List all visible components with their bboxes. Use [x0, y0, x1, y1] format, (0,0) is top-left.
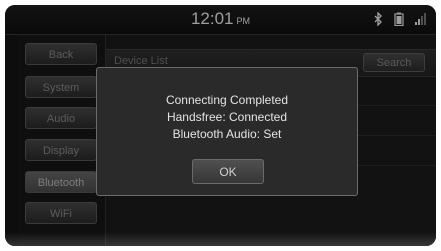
head-unit-screen: 12:01 PM Back System Audio Display Blueto… — [5, 5, 436, 246]
ok-button[interactable]: OK — [192, 159, 264, 184]
dialog-message-audio: Bluetooth Audio: Set — [172, 127, 282, 141]
connection-dialog: Connecting Completed Handsfree: Connecte… — [96, 67, 358, 196]
dialog-message-handsfree: Handsfree: Connected — [166, 110, 288, 124]
dialog-message-title: Connecting Completed — [165, 93, 289, 107]
